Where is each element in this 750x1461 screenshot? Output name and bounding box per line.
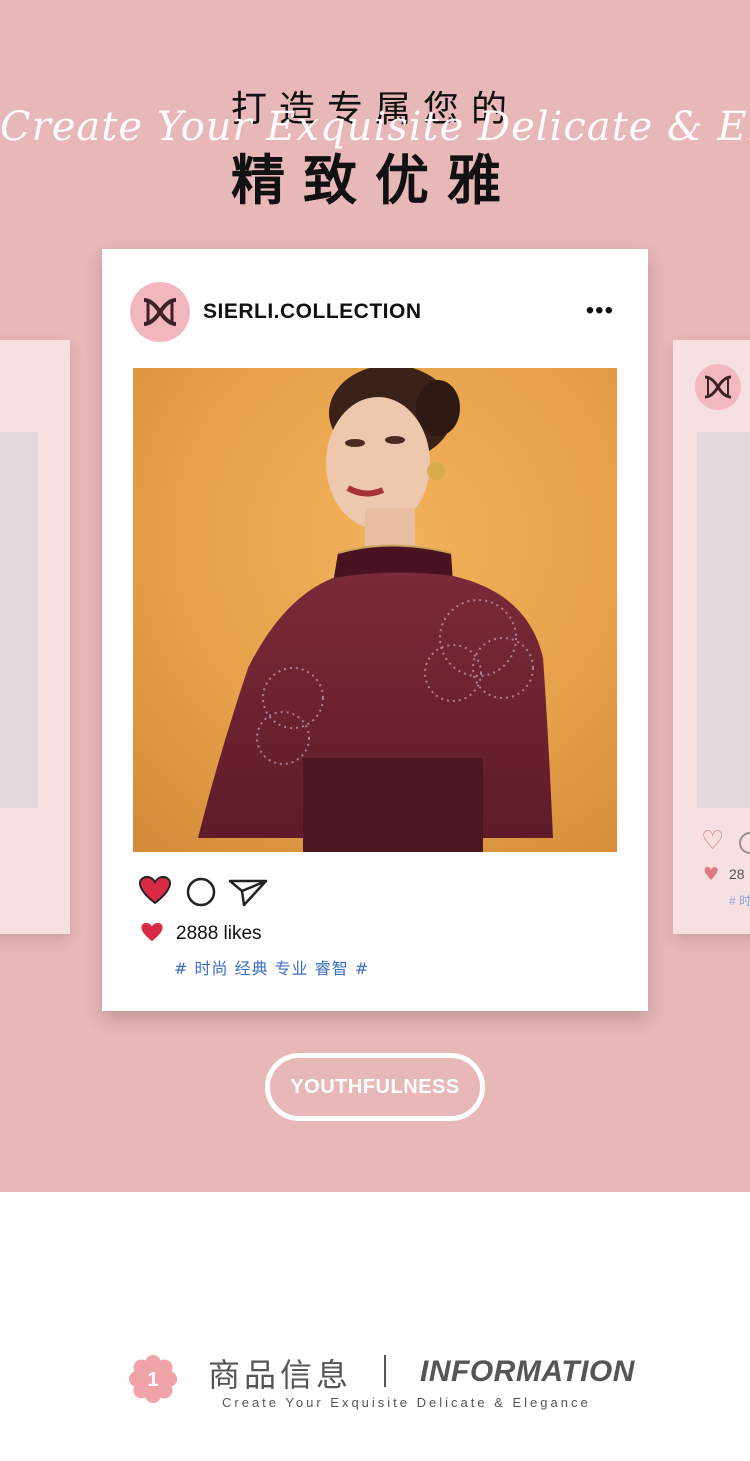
more-dots-icon[interactable]: ••• — [586, 297, 614, 325]
heart-icon[interactable] — [138, 875, 172, 909]
youthfulness-badge: YOUTHFULNESS — [265, 1053, 485, 1121]
side-card-left — [0, 340, 70, 934]
post-username[interactable]: SIERLI.COLLECTION — [203, 300, 422, 324]
section-title-en: INFORMATION — [420, 1355, 635, 1388]
post-photo — [133, 368, 617, 852]
headline-line-2: 精致优雅 — [231, 149, 519, 212]
side-card-right: ♡ ♥ 28 # 时 — [673, 340, 750, 934]
heart-icon: ♡ — [701, 826, 725, 856]
post-hashtags[interactable]: # 时尚 经典 专业 睿智 # — [174, 955, 369, 979]
likes-count[interactable]: 2888 likes — [176, 923, 262, 945]
product-info-section: 1 商品信息 INFORMATION Create Your Exquisite… — [0, 1192, 750, 1461]
flower-number-badge-icon: 1 — [128, 1354, 178, 1404]
comment-circle-icon[interactable] — [186, 877, 216, 911]
heart-filled-icon — [140, 921, 164, 947]
hero-banner: 打造专属您的 Create Your Exquisite Delicate & … — [0, 0, 750, 1192]
section-title-cn: 商品信息 — [208, 1356, 353, 1394]
heart-filled-icon: ♥ — [703, 864, 720, 885]
badge-label: YOUTHFULNESS — [290, 1075, 460, 1098]
brand-logo-icon — [695, 364, 741, 410]
side-card-left-image-placeholder — [0, 432, 38, 808]
brand-logo-icon[interactable] — [130, 282, 190, 342]
section-number: 1 — [147, 1369, 158, 1391]
side-card-right-image-placeholder — [697, 432, 750, 808]
comment-circle-icon — [739, 832, 750, 854]
send-paper-plane-icon[interactable] — [228, 877, 268, 911]
post-card: SIERLI.COLLECTION ••• 2888 likes # 时尚 经典… — [102, 249, 648, 1011]
side-tags-text: # 时 — [729, 894, 750, 908]
title-divider — [384, 1355, 386, 1387]
side-likes-text: 28 — [729, 866, 745, 882]
section-subtitle: Create Your Exquisite Delicate & Eleganc… — [222, 1395, 591, 1410]
